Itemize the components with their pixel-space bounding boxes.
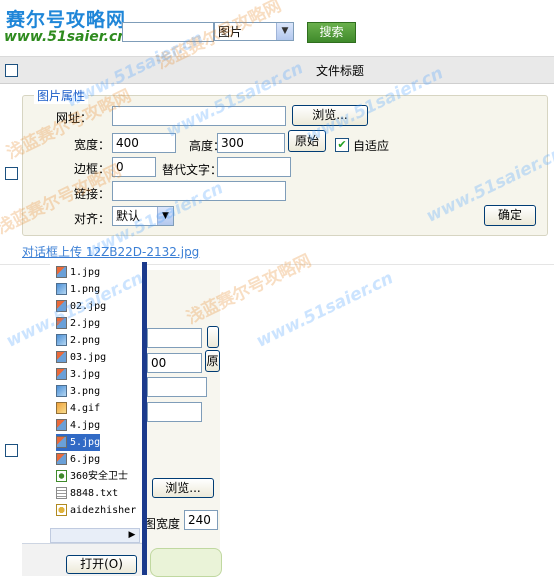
file-item[interactable]: 3.jpg	[56, 366, 100, 383]
search-button[interactable]: 搜索	[307, 22, 356, 43]
file-name: 5.jpg	[70, 437, 101, 448]
horizontal-scrollbar[interactable]: ▶	[50, 528, 140, 543]
chevron-right-icon[interactable]: ▶	[126, 529, 138, 541]
width-label: 宽度：	[74, 138, 111, 152]
lower-alt-input[interactable]	[147, 377, 207, 397]
file-name: 3.jpg	[70, 369, 101, 380]
site-logo-url: www.51saier.cn	[4, 29, 128, 45]
align-value: 默认	[116, 209, 141, 223]
file-name: aidezhisher	[70, 505, 137, 516]
png-icon	[56, 334, 67, 346]
file-item[interactable]: 6.jpg	[56, 451, 100, 468]
jpg-icon	[56, 351, 67, 363]
file-name: 360安全卫士	[70, 471, 129, 482]
file-item[interactable]: 2.jpg	[56, 315, 100, 332]
open-button[interactable]: 打开(O)	[66, 555, 137, 574]
txt-icon	[56, 487, 67, 499]
file-name: 1.jpg	[70, 267, 101, 278]
original-size-button[interactable]: 原始	[288, 130, 326, 152]
url-input[interactable]	[112, 106, 286, 126]
file-name: 4.jpg	[70, 420, 101, 431]
search-type-select[interactable]: 图片 ▼	[214, 22, 294, 41]
file-name: 1.png	[70, 284, 101, 295]
jpg-icon	[56, 436, 67, 448]
browse-button[interactable]: 浏览...	[292, 105, 368, 126]
jpg-icon	[56, 453, 67, 465]
file-item[interactable]: 1.jpg	[56, 264, 100, 281]
chevron-down-icon: ▼	[157, 207, 173, 225]
alt-text-label: 替代文字：	[162, 163, 223, 177]
file-item[interactable]: 3.png	[56, 383, 100, 400]
image-properties-legend: 图片属性	[34, 87, 89, 104]
link-label: 链接：	[74, 187, 111, 201]
file-name: 3.png	[70, 386, 101, 397]
border-input[interactable]: 0	[112, 157, 156, 177]
align-label: 对齐：	[74, 212, 111, 226]
jpg-icon	[56, 419, 67, 431]
file-name: 6.jpg	[70, 454, 101, 465]
file-item[interactable]: 03.jpg	[56, 349, 106, 366]
file-item[interactable]: 8848.txt	[56, 485, 118, 502]
row-checkbox[interactable]	[5, 167, 18, 180]
file-item[interactable]: 2.png	[56, 332, 100, 349]
file-item[interactable]: 4.gif	[56, 400, 100, 417]
file-name: 03.jpg	[70, 352, 107, 363]
lower-green-box	[150, 548, 222, 577]
lower-browse-button[interactable]: 浏览...	[152, 478, 214, 498]
auto-fit-checkbox[interactable]: ✔	[335, 138, 349, 152]
link-input[interactable]	[112, 181, 286, 201]
jpg-icon	[56, 317, 67, 329]
file-item[interactable]: 02.jpg	[56, 298, 106, 315]
upload-dialog-link[interactable]: 对话框上传 12ZB22D-2132.jpg	[22, 243, 199, 260]
confirm-button[interactable]: 确定	[484, 205, 536, 226]
jpg-icon	[56, 266, 67, 278]
align-select[interactable]: 默认 ▼	[112, 206, 174, 226]
url-label: 网址：	[56, 111, 93, 125]
file-item[interactable]: 360安全卫士	[56, 468, 128, 485]
lower-url-input[interactable]	[147, 328, 202, 348]
lower-browse-button-partial[interactable]	[207, 326, 219, 348]
app-icon	[56, 470, 67, 482]
select-all-checkbox[interactable]	[5, 64, 18, 77]
file-item[interactable]: 5.jpg	[56, 434, 101, 451]
image-width-label: 图宽度	[144, 517, 181, 531]
search-input[interactable]	[122, 22, 214, 42]
site-logo-title: 赛尔号攻略网	[6, 9, 127, 31]
jpg-icon	[56, 300, 67, 312]
height-input[interactable]: 300	[217, 133, 285, 153]
file-name: 8848.txt	[70, 488, 119, 499]
file-title-column-header: 文件标题	[316, 64, 365, 78]
file-name: 02.jpg	[70, 301, 107, 312]
width-input[interactable]: 400	[112, 133, 176, 153]
file-item[interactable]: aidezhisher	[56, 502, 136, 519]
file-name: 2.jpg	[70, 318, 101, 329]
png-icon	[56, 385, 67, 397]
search-type-value: 图片	[218, 25, 243, 39]
png-icon	[56, 283, 67, 295]
row-checkbox[interactable]	[5, 444, 18, 457]
border-label: 边框：	[74, 162, 111, 176]
file-item[interactable]: 4.jpg	[56, 417, 100, 434]
lower-original-button-partial[interactable]: 原	[205, 350, 220, 372]
watermark-url: www.51saier.cn	[253, 268, 397, 352]
auto-fit-label: 自适应	[353, 139, 390, 153]
chevron-down-icon: ▼	[276, 23, 293, 40]
file-name: 4.gif	[70, 403, 101, 414]
file-list-header	[0, 56, 554, 84]
image-width-input[interactable]: 240	[184, 510, 218, 530]
lower-height-input[interactable]: 00	[147, 353, 202, 373]
jpg-icon	[56, 368, 67, 380]
alt-text-input[interactable]	[217, 157, 291, 177]
lower-link-input[interactable]	[147, 402, 202, 422]
music-icon	[56, 504, 67, 516]
file-name: 2.png	[70, 335, 101, 346]
dialog-frame-edge	[142, 262, 147, 575]
gif-icon	[56, 402, 67, 414]
file-item[interactable]: 1.png	[56, 281, 100, 298]
